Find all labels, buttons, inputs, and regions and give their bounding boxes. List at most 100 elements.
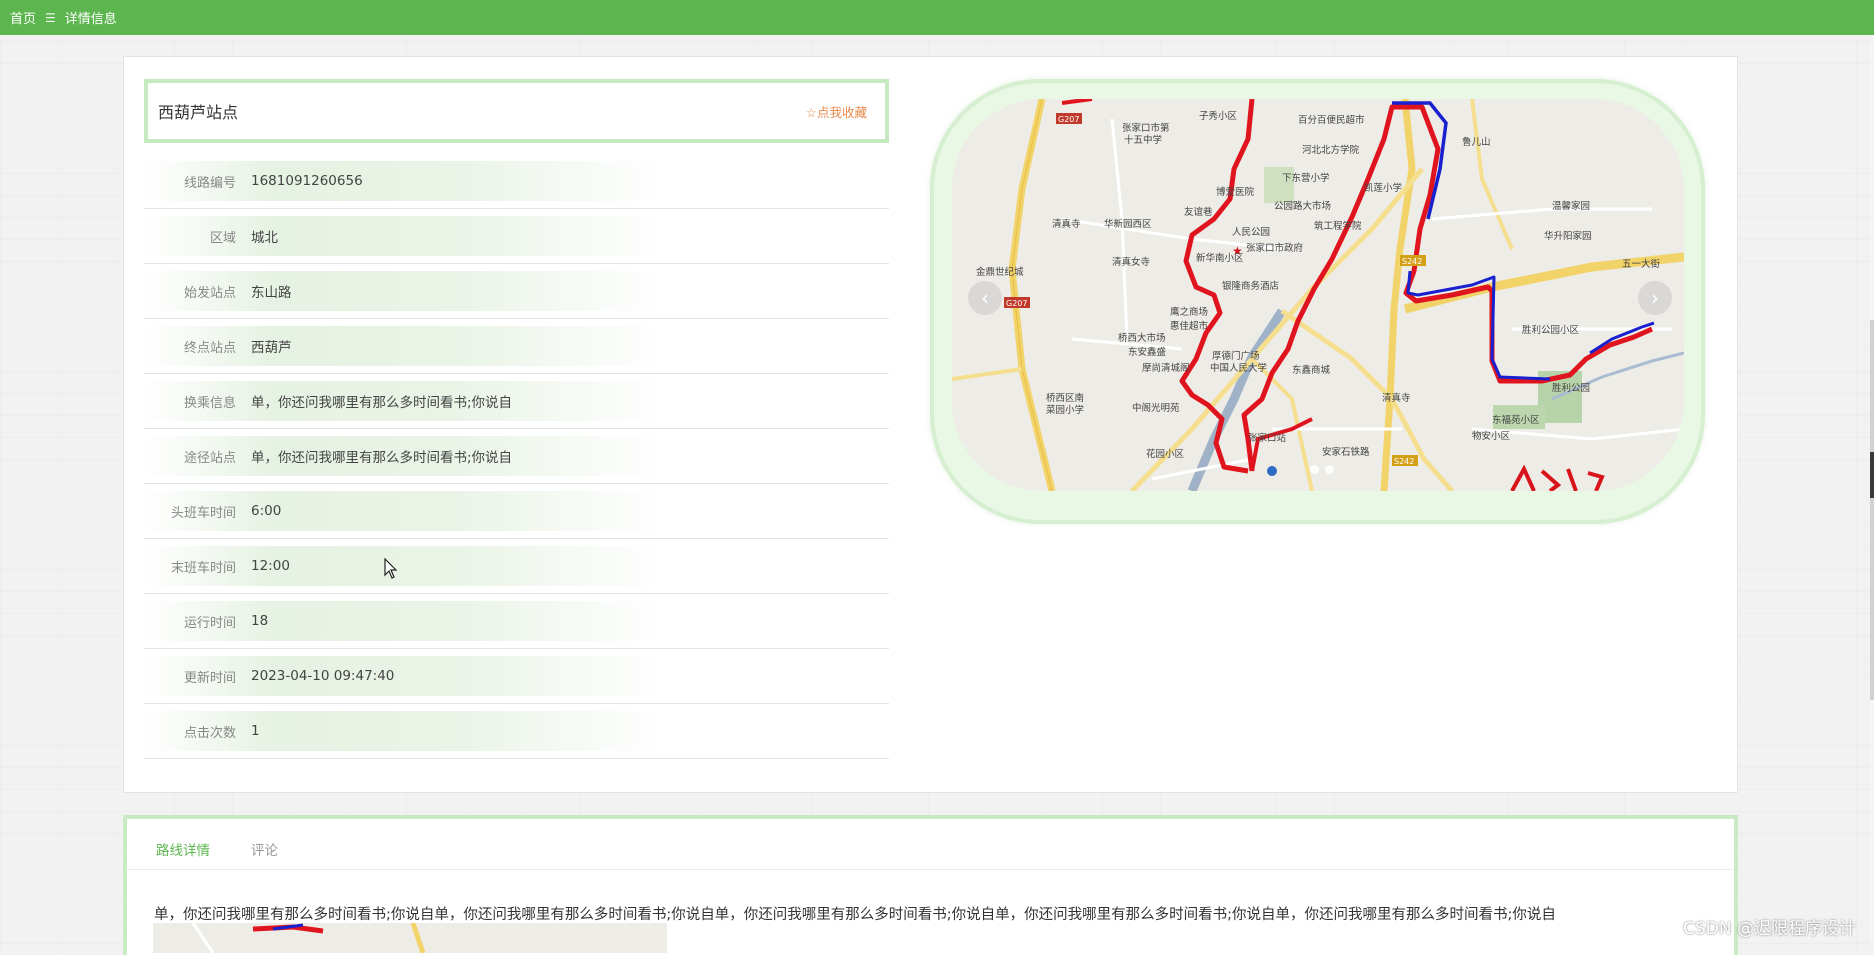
svg-text:凯莲小学: 凯莲小学 <box>1364 182 1402 194</box>
carousel-dot[interactable] <box>1310 465 1319 474</box>
svg-text:东福苑小区: 东福苑小区 <box>1492 414 1540 426</box>
svg-text:博爱医院: 博爱医院 <box>1216 186 1255 198</box>
tabs-panel: 路线详情 评论 单，你还问我哪里有那么多时间看书;你说自单，你还问我哪里有那么多… <box>123 815 1738 955</box>
field-value: 东山路 <box>251 285 292 301</box>
info-row-via-stations: 途径站点 单，你还问我哪里有那么多时间看书;你说自 <box>144 429 889 484</box>
tab-comments[interactable]: 评论 <box>251 839 278 859</box>
svg-text:银隆商务酒店: 银隆商务酒店 <box>1222 280 1279 292</box>
svg-text:友谊巷: 友谊巷 <box>1184 206 1213 218</box>
svg-text:东安鑫盛: 东安鑫盛 <box>1128 346 1167 358</box>
info-row-click-count: 点击次数 1 <box>144 704 889 759</box>
field-value: 1 <box>251 723 260 739</box>
info-row-area: 区域 城北 <box>144 209 889 264</box>
field-label: 线路编号 <box>183 175 236 191</box>
svg-text:东鑫商城: 东鑫商城 <box>1292 364 1331 376</box>
tab-bar: 路线详情 评论 <box>127 819 1734 870</box>
breadcrumb-current: 详情信息 <box>64 12 117 27</box>
chevron-right-icon: › <box>1651 286 1659 310</box>
svg-text:菜园小学: 菜园小学 <box>1046 404 1084 416</box>
svg-text:公园路大市场: 公园路大市场 <box>1274 200 1331 212</box>
svg-text:胜利公园: 胜利公园 <box>1552 382 1590 394</box>
svg-text:张家口市政府: 张家口市政府 <box>1246 242 1304 254</box>
svg-text:惠佳超市: 惠佳超市 <box>1170 320 1209 332</box>
svg-text:S242: S242 <box>1402 257 1422 266</box>
info-row-end-station: 终点站点 西葫芦 <box>144 319 889 374</box>
info-row-first-bus: 头班车时间 6:00 <box>144 484 889 539</box>
field-label: 区域 <box>209 230 236 246</box>
svg-text:十五中学: 十五中学 <box>1124 134 1162 146</box>
svg-text:张家口站: 张家口站 <box>1248 432 1287 444</box>
svg-text:S242: S242 <box>1394 457 1414 466</box>
svg-text:桥西大市场: 桥西大市场 <box>1118 332 1166 344</box>
field-label: 点击次数 <box>183 725 236 741</box>
svg-text:华新园西区: 华新园西区 <box>1104 218 1152 230</box>
info-row-updated-at: 更新时间 2023-04-10 09:47:40 <box>144 649 889 704</box>
route-map-image: ★ 子秀小区 张家口市第 十五中学 百分百便民超市 河北北方学院 下东营小学 博… <box>952 99 1684 491</box>
svg-text:中阁光明苑: 中阁光明苑 <box>1132 402 1180 414</box>
field-label: 末班车时间 <box>170 560 236 576</box>
svg-text:人民公园: 人民公园 <box>1232 227 1270 238</box>
favorite-button[interactable]: ☆点我收藏 <box>806 102 867 121</box>
route-detail-text: 单，你还问我哪里有那么多时间看书;你说自单，你还问我哪里有那么多时间看书;你说自… <box>154 907 1556 923</box>
svg-text:桥西区南: 桥西区南 <box>1046 392 1084 404</box>
field-label: 始发站点 <box>183 285 236 301</box>
svg-text:胜利公园小区: 胜利公园小区 <box>1522 324 1580 336</box>
title-box: 西葫芦站点 ☆点我收藏 <box>144 79 889 143</box>
svg-text:五一大街: 五一大街 <box>1622 258 1661 270</box>
scrollbar-thumb[interactable] <box>1870 320 1874 700</box>
field-value: 6:00 <box>251 503 282 519</box>
scrollbar-marker <box>1870 452 1874 498</box>
page-title: 西葫芦站点 <box>158 103 239 122</box>
info-row-run-time: 运行时间 18 <box>144 594 889 649</box>
svg-text:花园小区: 花园小区 <box>1146 448 1185 460</box>
mouse-cursor-icon <box>384 557 398 584</box>
svg-text:G207: G207 <box>1058 115 1079 124</box>
carousel-dot[interactable] <box>1325 465 1334 474</box>
svg-text:新华南小区: 新华南小区 <box>1196 252 1244 264</box>
field-value: 单，你还问我哪里有那么多时间看书;你说自 <box>251 450 513 466</box>
image-carousel[interactable]: ★ 子秀小区 张家口市第 十五中学 百分百便民超市 河北北方学院 下东营小学 博… <box>930 79 1705 524</box>
top-nav-bar: 首页 ☰ 详情信息 <box>0 0 1874 35</box>
svg-text:清真寺: 清真寺 <box>1052 218 1081 230</box>
field-value: 18 <box>251 613 269 629</box>
field-label: 头班车时间 <box>170 505 236 521</box>
field-label: 终点站点 <box>183 340 236 356</box>
carousel-next-button[interactable]: › <box>1638 281 1672 315</box>
svg-text:清真女寺: 清真女寺 <box>1112 256 1151 268</box>
info-row-route-id: 线路编号 1681091260656 <box>144 154 889 209</box>
chevron-left-icon: ‹ <box>981 286 989 310</box>
svg-text:温馨家园: 温馨家园 <box>1552 200 1590 212</box>
svg-text:清真寺: 清真寺 <box>1382 392 1411 404</box>
field-value: 城北 <box>251 230 278 246</box>
detail-panel: 西葫芦站点 ☆点我收藏 线路编号 1681091260656 区域 城北 始发站… <box>123 56 1738 793</box>
svg-text:鹰之商场: 鹰之商场 <box>1170 306 1208 318</box>
svg-text:G207: G207 <box>1006 299 1027 308</box>
svg-text:中国人民大学: 中国人民大学 <box>1210 362 1267 374</box>
field-label: 运行时间 <box>183 615 236 631</box>
tab-route-detail[interactable]: 路线详情 <box>156 839 210 859</box>
info-table: 线路编号 1681091260656 区域 城北 始发站点 东山路 终点站点 西… <box>144 154 889 759</box>
svg-text:筑工程学院: 筑工程学院 <box>1314 220 1362 232</box>
info-row-start-station: 始发站点 东山路 <box>144 264 889 319</box>
field-label: 更新时间 <box>183 670 236 686</box>
carousel-prev-button[interactable]: ‹ <box>968 281 1002 315</box>
svg-text:张家口市第: 张家口市第 <box>1122 122 1170 134</box>
svg-text:金鼎世纪城: 金鼎世纪城 <box>976 266 1024 278</box>
svg-text:百分百便民超市: 百分百便民超市 <box>1298 114 1365 126</box>
field-value: 西葫芦 <box>251 340 292 356</box>
carousel-indicators <box>1310 465 1334 474</box>
svg-text:河北北方学院: 河北北方学院 <box>1302 144 1360 156</box>
field-value: 单，你还问我哪里有那么多时间看书;你说自 <box>251 395 513 411</box>
svg-text:鲁儿山: 鲁儿山 <box>1462 136 1491 148</box>
breadcrumb-home-link[interactable]: 首页 <box>10 8 36 27</box>
csdn-watermark: CSDN @迟限程序设计 <box>1683 919 1856 939</box>
svg-text:下东营小学: 下东营小学 <box>1282 172 1330 184</box>
breadcrumb-separator-icon: ☰ <box>45 10 56 25</box>
field-value: 12:00 <box>251 558 290 574</box>
info-row-transfer-info: 换乘信息 单，你还问我哪里有那么多时间看书;你说自 <box>144 374 889 429</box>
svg-text:摩尚清城阁: 摩尚清城阁 <box>1142 362 1190 374</box>
svg-text:子秀小区: 子秀小区 <box>1199 110 1238 122</box>
field-value: 1681091260656 <box>251 173 363 189</box>
svg-text:安家石铁路: 安家石铁路 <box>1322 446 1370 458</box>
svg-text:厚德门广场: 厚德门广场 <box>1212 350 1260 362</box>
